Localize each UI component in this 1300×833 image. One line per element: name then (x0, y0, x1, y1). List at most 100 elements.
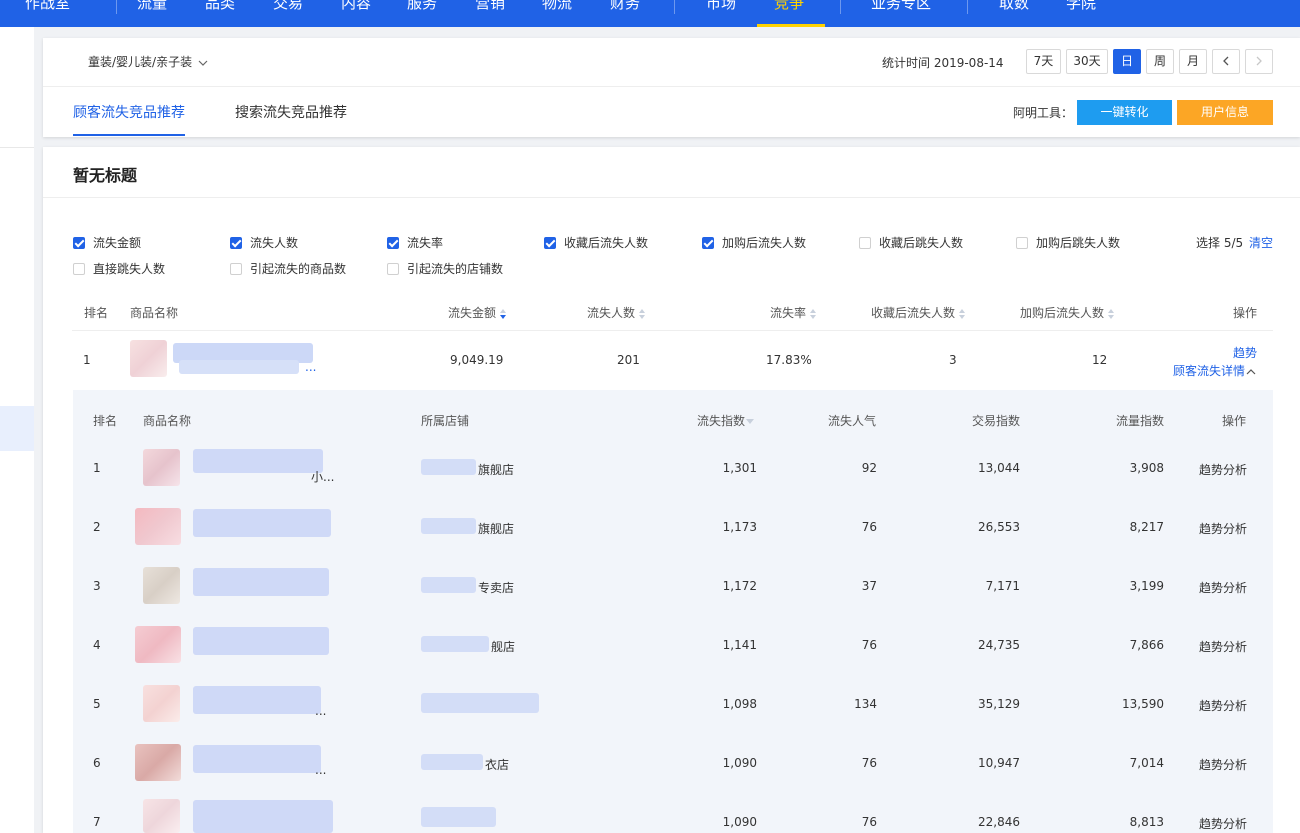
sort-icon[interactable] (810, 308, 817, 319)
shop-name-redacted[interactable] (421, 518, 476, 534)
product-thumbnail[interactable] (143, 567, 180, 604)
trend-analysis-link[interactable]: 趋势分析 (1199, 461, 1247, 478)
metric-checkbox-fav-bounce[interactable]: 收藏后跳失人数 (859, 234, 963, 251)
sort-icon[interactable] (1108, 308, 1115, 319)
checkbox-unchecked[interactable] (230, 262, 242, 275)
product-thumbnail[interactable] (135, 626, 181, 663)
trend-link[interactable]: 趋势 (1233, 344, 1257, 361)
checkbox-unchecked[interactable] (73, 262, 85, 275)
nav-item-competition[interactable]: 竞争 (774, 0, 804, 15)
next-date-button[interactable] (1245, 49, 1273, 74)
period-month-button[interactable]: 月 (1179, 49, 1207, 74)
product-thumbnail[interactable] (143, 685, 180, 722)
nav-item-service[interactable]: 服务 (407, 0, 437, 15)
nav-item-logistics[interactable]: 物流 (542, 0, 572, 15)
checkbox-checked[interactable] (73, 236, 85, 249)
shop-name-redacted[interactable] (421, 693, 539, 713)
prev-date-button[interactable] (1212, 49, 1240, 74)
sidebar-item-selected[interactable] (0, 406, 34, 451)
metric-checkbox-loss-people[interactable]: 流失人数 (230, 234, 298, 251)
nav-item-war-room[interactable]: 作战室 (25, 0, 70, 15)
col-header-loss-amount[interactable]: 流失金额 (448, 304, 507, 321)
product-name-redacted[interactable] (193, 686, 321, 714)
shop-name-redacted[interactable] (421, 459, 476, 475)
checkbox-checked[interactable] (387, 236, 399, 249)
period-7d-button[interactable]: 7天 (1026, 49, 1061, 74)
product-name-suffix[interactable]: ... (305, 360, 316, 374)
tab-customer-loss[interactable]: 顾客流失竞品推荐 (73, 102, 185, 122)
nav-item-traffic[interactable]: 流量 (137, 0, 167, 15)
product-name-redacted[interactable] (193, 568, 329, 596)
product-name-redacted[interactable] (193, 509, 331, 537)
customer-loss-detail-link[interactable]: 顾客流失详情 (1173, 362, 1256, 379)
nav-item-transaction[interactable]: 交易 (273, 0, 303, 15)
metric-checkbox-cart-loss[interactable]: 加购后流失人数 (702, 234, 806, 251)
product-name-redacted[interactable] (193, 800, 333, 833)
metric-checkbox-loss-amount[interactable]: 流失金额 (73, 234, 141, 251)
metric-checkbox-loss-items[interactable]: 引起流失的商品数 (230, 260, 346, 277)
nav-item-fetch-data[interactable]: 取数 (999, 0, 1029, 15)
col-header-fav-loss[interactable]: 收藏后流失人数 (871, 304, 966, 321)
product-thumbnail[interactable] (135, 744, 181, 781)
user-info-button[interactable]: 用户信息 (1177, 100, 1273, 125)
sort-icon[interactable] (959, 308, 966, 319)
checkbox-unchecked[interactable] (387, 262, 399, 275)
product-name-suffix[interactable]: ... (315, 763, 326, 777)
checkbox-checked[interactable] (702, 236, 714, 249)
trend-analysis-link[interactable]: 趋势分析 (1199, 638, 1247, 655)
col-header-cart-loss[interactable]: 加购后流失人数 (1020, 304, 1115, 321)
trend-analysis-link[interactable]: 趋势分析 (1199, 697, 1247, 714)
tab-search-loss[interactable]: 搜索流失竞品推荐 (235, 102, 347, 122)
one-click-convert-button[interactable]: 一键转化 (1077, 100, 1172, 125)
col-header-loss-rate[interactable]: 流失率 (770, 304, 817, 321)
period-week-button[interactable]: 周 (1146, 49, 1174, 74)
trend-analysis-link[interactable]: 趋势分析 (1199, 579, 1247, 596)
product-thumbnail[interactable] (143, 449, 180, 486)
product-name-redacted[interactable] (193, 627, 329, 655)
checkbox-checked[interactable] (544, 236, 556, 249)
product-name-suffix[interactable]: ... (315, 704, 326, 718)
product-thumbnail[interactable] (130, 340, 167, 377)
clear-selection-link[interactable]: 清空 (1249, 234, 1273, 251)
shop-name-suffix[interactable]: 舰店 (491, 638, 515, 655)
sub-row-traffic-index: 8,813 (1129, 815, 1164, 829)
nav-item-marketing[interactable]: 营销 (475, 0, 505, 15)
col-header-loss-people[interactable]: 流失人数 (587, 304, 646, 321)
checkbox-checked[interactable] (230, 236, 242, 249)
sort-desc-icon[interactable] (500, 308, 507, 319)
shop-name-redacted[interactable] (421, 807, 496, 827)
product-name-suffix[interactable]: 小... (311, 468, 334, 485)
trend-analysis-link[interactable]: 趋势分析 (1199, 520, 1247, 537)
shop-name-suffix[interactable]: 旗舰店 (478, 520, 514, 537)
metric-checkbox-loss-rate[interactable]: 流失率 (387, 234, 443, 251)
nav-item-finance[interactable]: 财务 (610, 0, 640, 15)
trend-analysis-link[interactable]: 趋势分析 (1199, 756, 1247, 773)
shop-name-redacted[interactable] (421, 636, 489, 652)
product-name-redacted[interactable] (193, 449, 323, 473)
nav-item-category[interactable]: 品类 (205, 0, 235, 15)
nav-item-content[interactable]: 内容 (341, 0, 371, 15)
product-thumbnail[interactable] (143, 799, 180, 833)
sub-col-header-loss-index[interactable]: 流失指数 (697, 412, 755, 429)
checkbox-unchecked[interactable] (1016, 236, 1028, 249)
shop-name-redacted[interactable] (421, 577, 476, 593)
metric-checkbox-cart-bounce[interactable]: 加购后跳失人数 (1016, 234, 1120, 251)
period-day-button[interactable]: 日 (1113, 49, 1141, 74)
shop-name-redacted[interactable] (421, 754, 483, 770)
product-name-redacted[interactable] (193, 745, 321, 773)
shop-name-suffix[interactable]: 专卖店 (478, 579, 514, 596)
nav-item-business-zone[interactable]: 业务专区 (871, 0, 931, 15)
metric-checkbox-direct-bounce[interactable]: 直接跳失人数 (73, 260, 165, 277)
nav-item-academy[interactable]: 学院 (1066, 0, 1096, 15)
metric-checkbox-loss-shops[interactable]: 引起流失的店铺数 (387, 260, 503, 277)
shop-name-suffix[interactable]: 旗舰店 (478, 461, 514, 478)
trend-analysis-link[interactable]: 趋势分析 (1199, 815, 1247, 832)
category-select[interactable]: 童装/婴儿装/亲子装 (88, 53, 208, 70)
shop-name-suffix[interactable]: 衣店 (485, 756, 509, 773)
checkbox-unchecked[interactable] (859, 236, 871, 249)
metric-checkbox-fav-loss[interactable]: 收藏后流失人数 (544, 234, 648, 251)
product-thumbnail[interactable] (135, 508, 181, 545)
sort-icon[interactable] (639, 308, 646, 319)
period-30d-button[interactable]: 30天 (1066, 49, 1108, 74)
nav-item-market[interactable]: 市场 (706, 0, 736, 15)
